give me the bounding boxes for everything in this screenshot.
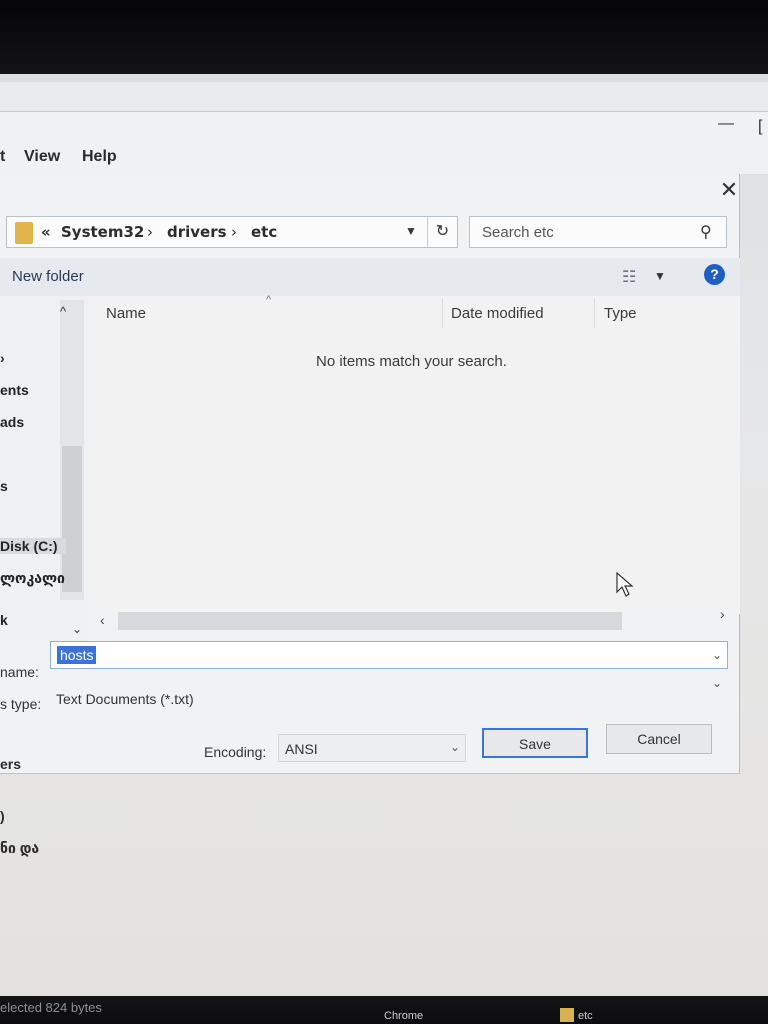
- empty-message: No items match your search.: [316, 353, 507, 370]
- chevron-down-icon[interactable]: ⌄: [712, 648, 722, 662]
- nav-item-network[interactable]: k: [0, 612, 8, 628]
- notepad-titlebar: [0, 82, 768, 112]
- taskbar-item-chrome[interactable]: Chrome: [384, 1010, 423, 1022]
- filename-field[interactable]: hosts: [50, 641, 728, 669]
- minimize-button[interactable]: —: [718, 116, 734, 132]
- menu-edit[interactable]: t: [0, 148, 5, 166]
- folder-icon: [560, 1008, 574, 1022]
- search-input[interactable]: Search etc ⚲: [469, 216, 727, 248]
- column-divider[interactable]: [594, 298, 595, 328]
- breadcrumb-prefix[interactable]: «: [41, 223, 51, 241]
- nav-item-documents[interactable]: ents: [0, 382, 29, 398]
- address-bar[interactable]: « System32 › drivers › etc ▼ ↻: [6, 216, 458, 248]
- breadcrumb-drivers[interactable]: drivers: [167, 223, 227, 241]
- monitor-bezel: [0, 0, 768, 80]
- folder-icon: [15, 222, 33, 244]
- chevron-down-icon[interactable]: ▼: [654, 269, 666, 283]
- breadcrumb-system32[interactable]: System32: [61, 223, 144, 241]
- breadcrumb-separator[interactable]: ›: [147, 223, 153, 241]
- chevron-down-icon[interactable]: ▼: [405, 224, 417, 238]
- chevron-left-icon[interactable]: ‹: [100, 612, 105, 628]
- nav-item-partial[interactable]: ›: [0, 350, 5, 366]
- sort-caret-icon: ^: [266, 294, 272, 306]
- column-divider[interactable]: [442, 298, 443, 328]
- view-options-icon[interactable]: ☷: [622, 267, 636, 287]
- breadcrumb-separator[interactable]: ›: [231, 223, 237, 241]
- encoding-select[interactable]: ANSI: [278, 734, 466, 762]
- nav-item-local-disk[interactable]: Disk (C:): [0, 538, 66, 554]
- chevron-down-icon[interactable]: ⌄: [72, 622, 82, 636]
- nav-item-videos[interactable]: s: [0, 478, 8, 494]
- column-name[interactable]: Name: [106, 305, 146, 322]
- search-placeholder: Search etc: [482, 224, 554, 241]
- mouse-cursor-icon: [616, 572, 634, 597]
- taskbar-item-etc[interactable]: etc: [578, 1010, 593, 1022]
- dialog-toolbar: New folder ☷ ▼ ?: [0, 258, 740, 296]
- breadcrumb-etc[interactable]: etc: [251, 223, 277, 241]
- menu-view[interactable]: View: [24, 148, 60, 166]
- status-bar-text: elected 824 bytes: [0, 1000, 102, 1015]
- help-icon[interactable]: ?: [704, 264, 725, 285]
- column-type[interactable]: Type: [604, 305, 637, 322]
- search-icon[interactable]: ⚲: [700, 222, 712, 242]
- chevron-up-icon[interactable]: ^: [60, 304, 66, 319]
- file-type-value: Text Documents (*.txt): [56, 691, 194, 707]
- nav-item-downloads[interactable]: ads: [0, 414, 24, 430]
- file-type-select[interactable]: Text Documents (*.txt): [50, 686, 728, 714]
- background-text-line: ნი და: [0, 840, 40, 856]
- encoding-label: Encoding:: [204, 744, 267, 760]
- horizontal-scrollbar[interactable]: ‹ ›: [96, 606, 736, 638]
- encoding-value: ANSI: [285, 741, 318, 757]
- refresh-icon[interactable]: ↻: [427, 217, 457, 247]
- type-label: s type:: [0, 696, 42, 712]
- menu-help[interactable]: Help: [82, 148, 117, 166]
- file-list[interactable]: [88, 296, 740, 614]
- column-date-modified[interactable]: Date modified: [451, 305, 544, 322]
- background-text-line: ): [0, 808, 5, 824]
- new-folder-button[interactable]: New folder: [12, 268, 84, 285]
- filename-value[interactable]: hosts: [57, 646, 97, 664]
- cancel-button[interactable]: Cancel: [606, 724, 712, 754]
- chevron-right-icon[interactable]: ›: [720, 606, 725, 622]
- save-button[interactable]: Save: [482, 728, 588, 758]
- chevron-down-icon[interactable]: ⌄: [450, 740, 460, 754]
- nav-scroll-thumb[interactable]: [62, 446, 82, 592]
- nav-item-local[interactable]: ლოკალი: [0, 570, 65, 587]
- nav-footer-label: ers: [0, 756, 22, 772]
- window-edge: [: [758, 118, 763, 135]
- chevron-down-icon[interactable]: ⌄: [712, 676, 722, 690]
- close-icon[interactable]: ✕: [717, 178, 741, 202]
- scroll-thumb[interactable]: [118, 612, 622, 630]
- filename-label: name:: [0, 664, 39, 680]
